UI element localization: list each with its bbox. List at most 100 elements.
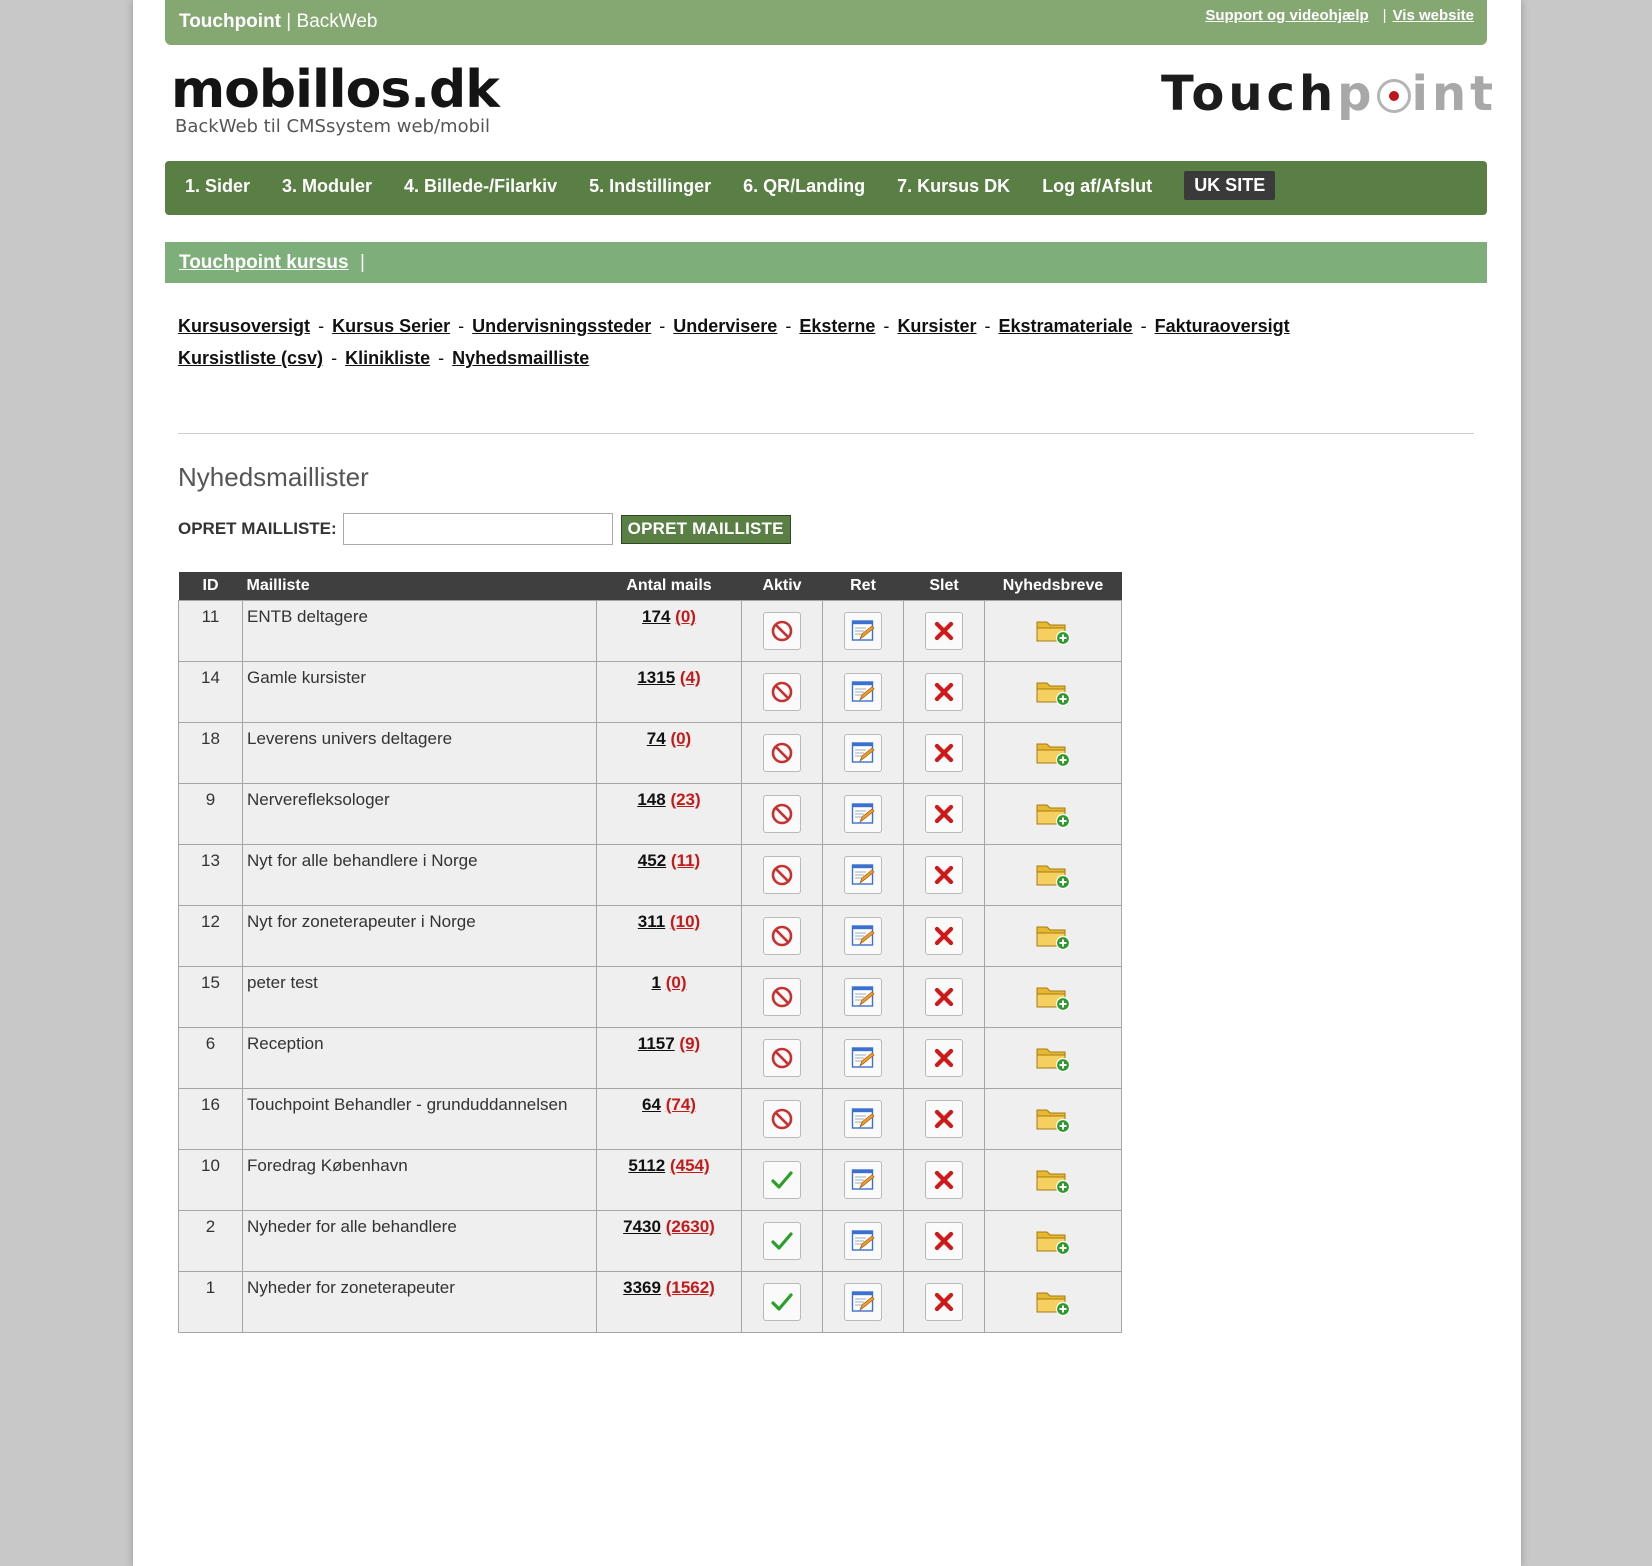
delete-button[interactable] [925,1161,963,1199]
unsubscribed-count-link[interactable]: (23) [670,790,700,809]
delete-button[interactable] [925,1039,963,1077]
create-maillist-input[interactable] [342,513,613,545]
newsletters-button[interactable] [1035,738,1071,768]
unsubscribed-count-link[interactable]: (2630) [666,1217,715,1236]
mail-count-link[interactable]: 1315 [637,668,675,687]
edit-button[interactable] [844,978,882,1016]
unsubscribed-count-link[interactable]: (0) [675,607,696,626]
edit-button[interactable] [844,1283,882,1321]
unsubscribed-count-link[interactable]: (454) [670,1156,710,1175]
inactive-toggle-button[interactable] [763,734,801,772]
sublink-kursusoversigt[interactable]: Kursusoversigt [178,316,310,336]
newsletters-button[interactable] [1035,1043,1071,1073]
edit-pencil-icon [851,925,875,946]
touchpoint-kursus-link[interactable]: Touchpoint kursus [179,252,349,274]
inactive-toggle-button[interactable] [763,917,801,955]
nav-item-log-af-afslut[interactable]: Log af/Afslut [1042,174,1152,200]
mail-count-link[interactable]: 148 [637,790,665,809]
inactive-toggle-button[interactable] [763,795,801,833]
edit-button[interactable] [844,673,882,711]
edit-button[interactable] [844,1039,882,1077]
newsletters-button[interactable] [1035,860,1071,890]
sublink-kursus-serier[interactable]: Kursus Serier [332,316,450,336]
inactive-toggle-button[interactable] [763,673,801,711]
sublink-fakturaoversigt[interactable]: Fakturaoversigt [1155,316,1290,336]
delete-button[interactable] [925,673,963,711]
inactive-toggle-button[interactable] [763,978,801,1016]
create-maillist-button[interactable]: OPRET MAILLISTE [620,514,791,544]
uk-site-button[interactable]: UK SITE [1184,171,1276,200]
unsubscribed-count-link[interactable]: (1562) [666,1278,715,1297]
sublink-undervisningssteder[interactable]: Undervisningssteder [472,316,651,336]
active-toggle-button[interactable] [763,1161,801,1199]
delete-button[interactable] [925,1100,963,1138]
unsubscribed-count-link[interactable]: (9) [679,1034,700,1053]
sublink-eksterne[interactable]: Eksterne [799,316,875,336]
edit-button[interactable] [844,1161,882,1199]
newsletters-button[interactable] [1035,799,1071,829]
inactive-toggle-button[interactable] [763,856,801,894]
unsubscribed-count-link[interactable]: (11) [671,851,700,870]
nav-item-5-indstillinger[interactable]: 5. Indstillinger [589,174,711,200]
logo-title: mobillos.dk [171,60,500,120]
mail-count-link[interactable]: 5112 [628,1156,665,1175]
newsletters-button[interactable] [1035,1165,1071,1195]
edit-button[interactable] [844,917,882,955]
newsletters-button[interactable] [1035,1104,1071,1134]
inactive-toggle-button[interactable] [763,1100,801,1138]
newsletters-button[interactable] [1035,982,1071,1012]
unsubscribed-count-link[interactable]: (4) [680,668,701,687]
sublink-nyhedsmailliste[interactable]: Nyhedsmailliste [452,348,589,368]
unsubscribed-count-link[interactable]: (10) [670,912,700,931]
delete-button[interactable] [925,1283,963,1321]
delete-button[interactable] [925,1222,963,1260]
edit-button[interactable] [844,612,882,650]
delete-button[interactable] [925,612,963,650]
unsubscribed-count-link[interactable]: (74) [666,1095,696,1114]
nav-item-3-moduler[interactable]: 3. Moduler [282,174,372,200]
mail-count-link[interactable]: 452 [638,851,666,870]
mail-count-link[interactable]: 74 [647,729,666,748]
mail-count-link[interactable]: 311 [638,912,665,931]
mail-count-link[interactable]: 7430 [623,1217,661,1236]
delete-button[interactable] [925,917,963,955]
edit-button[interactable] [844,734,882,772]
nav-item-7-kursus-dk[interactable]: 7. Kursus DK [897,174,1010,200]
mail-count-link[interactable]: 1157 [638,1034,675,1053]
delete-button[interactable] [925,795,963,833]
website-link[interactable]: Vis website [1393,7,1474,24]
support-link[interactable]: Support og videohjælp [1205,7,1368,24]
edit-button[interactable] [844,856,882,894]
inactive-toggle-button[interactable] [763,612,801,650]
mail-count-link[interactable]: 1 [652,973,661,992]
nav-item-4-billede-filarkiv[interactable]: 4. Billede-/Filarkiv [404,174,557,200]
unsubscribed-count-link[interactable]: (0) [666,973,687,992]
active-toggle-button[interactable] [763,1222,801,1260]
active-toggle-button[interactable] [763,1283,801,1321]
sublink-kursistliste-csv[interactable]: Kursistliste (csv) [178,348,323,368]
newsletters-button[interactable] [1035,677,1071,707]
edit-button[interactable] [844,1222,882,1260]
delete-button[interactable] [925,856,963,894]
mobillos-logo[interactable]: mobillos.dk BackWeb til CMSsystem web/mo… [171,60,500,136]
newsletters-button[interactable] [1035,1287,1071,1317]
inactive-toggle-button[interactable] [763,1039,801,1077]
mail-count-link[interactable]: 3369 [623,1278,661,1297]
mail-count-link[interactable]: 174 [642,607,670,626]
nav-item-1-sider[interactable]: 1. Sider [185,174,250,200]
edit-pencil-icon [851,742,875,763]
newsletters-button[interactable] [1035,616,1071,646]
mail-count-link[interactable]: 64 [642,1095,661,1114]
edit-button[interactable] [844,795,882,833]
sublink-undervisere[interactable]: Undervisere [673,316,777,336]
edit-button[interactable] [844,1100,882,1138]
newsletters-button[interactable] [1035,921,1071,951]
newsletters-button[interactable] [1035,1226,1071,1256]
sublink-ekstramateriale[interactable]: Ekstramateriale [999,316,1133,336]
delete-button[interactable] [925,978,963,1016]
sublink-kursister[interactable]: Kursister [897,316,976,336]
nav-item-6-qr-landing[interactable]: 6. QR/Landing [743,174,865,200]
delete-button[interactable] [925,734,963,772]
unsubscribed-count-link[interactable]: (0) [670,729,691,748]
sublink-klinikliste[interactable]: Klinikliste [345,348,430,368]
